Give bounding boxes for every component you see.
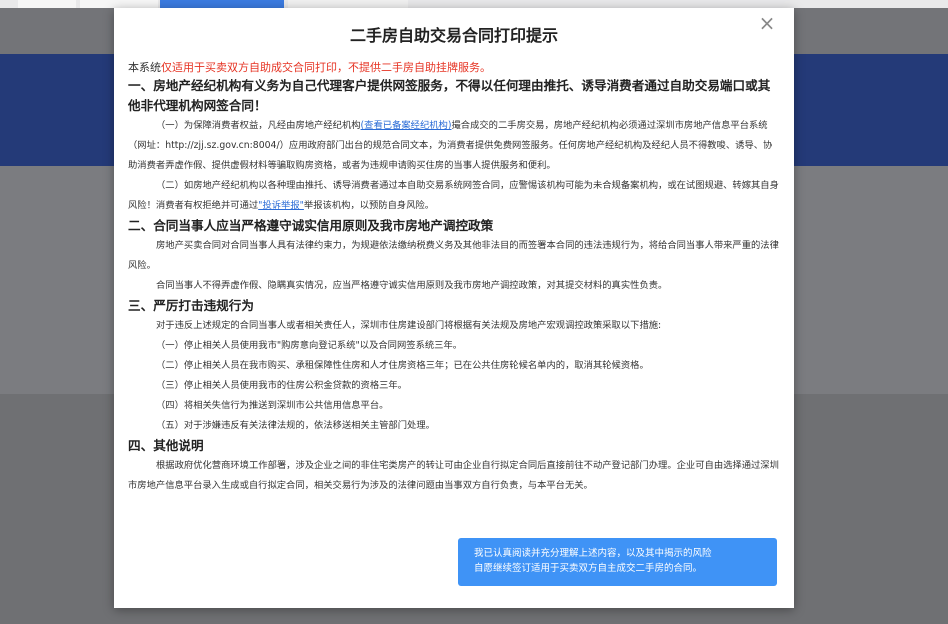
contract-print-notice-dialog: 二手房自助交易合同打印提示 × 本系统仅适用于买卖双方自助成交合同打印，不提供二… (114, 8, 794, 608)
section2-paragraph1: 房地产买卖合同对合同当事人具有法律约束力，为规避依法缴纳税费义务及其他非法目的而… (128, 240, 779, 271)
section1-paragraph1: （一）为保障消费者权益，凡经由房地产经纪机构(查看已备案经纪机构)撮合成交的二手… (128, 116, 780, 176)
intro-prefix: 本系统 (128, 61, 161, 74)
notice-content: 本系统仅适用于买卖双方自助成交合同打印，不提供二手房自助挂牌服务。 一、房地产经… (128, 60, 780, 496)
measure-item-5: （五）对于涉嫌违反有关法律法规的，依法移送相关主管部门处理。 (156, 420, 435, 431)
s1p2-text-a: （二）如房地产经纪机构以各种理由推托、诱导消费者通过本自助交易系统网签合同，应警… (128, 180, 779, 211)
section1-paragraph2: （二）如房地产经纪机构以各种理由推托、诱导消费者通过本自助交易系统网签合同，应警… (128, 176, 780, 216)
complaint-report-link[interactable]: "投诉举报" (258, 200, 304, 211)
s1p2-text-b: 举报该机构，以预防自身风险。 (303, 200, 435, 211)
intro-highlight: 仅适用于买卖双方自助成交合同打印，不提供二手房自助挂牌服务。 (161, 61, 491, 74)
s1p1-text-a: （一）为保障消费者权益，凡经由房地产经纪机构 (156, 120, 361, 131)
tab-2[interactable] (80, 0, 158, 8)
tab-active[interactable] (160, 0, 284, 8)
measure-item-4: （四）将相关失信行为推送到深圳市公共信用信息平台。 (156, 400, 389, 411)
close-icon[interactable]: × (758, 13, 776, 33)
section3-paragraph1: 对于违反上述规定的合同当事人或者相关责任人，深圳市住房建设部门将根据有关法规及房… (156, 320, 662, 331)
section4-heading: 四、其他说明 (128, 438, 204, 453)
agree-continue-button[interactable]: 我已认真阅读并充分理解上述内容，以及其中揭示的风险 自愿继续签订适用于买卖双方自… (458, 538, 777, 586)
agree-line-2: 自愿继续签订适用于买卖双方自主成交二手房的合同。 (474, 563, 703, 574)
section2-heading: 二、合同当事人应当严格遵守诚实信用原则及我市房地产调控政策 (128, 218, 494, 233)
section3-heading: 三、严厉打击违规行为 (128, 298, 254, 313)
section4-paragraph1: 根据政府优化营商环境工作部署，涉及企业之间的非住宅类房产的转让可由企业自行拟定合… (128, 460, 779, 491)
agree-line-1: 我已认真阅读并充分理解上述内容，以及其中揭示的风险 (474, 548, 712, 559)
section2-paragraph2: 合同当事人不得弄虚作假、隐瞒真实情况，应当严格遵守诚实信用原则及我市房地产调控政… (156, 280, 668, 291)
measure-item-3: （三）停止相关人员使用我市的住房公积金贷款的资格三年。 (156, 380, 408, 391)
measure-item-2: （二）停止相关人员在我市购买、承租保障性住房和人才住房资格三年；已在公共住房轮候… (156, 360, 649, 371)
tab-4[interactable] (288, 0, 408, 8)
measure-item-1: （一）停止相关人员使用我市"购房意向登记系统"以及合同网签系统三年。 (156, 340, 463, 351)
dialog-title: 二手房自助交易合同打印提示 (349, 26, 558, 45)
tab-1[interactable] (18, 0, 76, 8)
section1-heading: 一、房地产经纪机构有义务为自己代理客户提供网签服务，不得以任何理由推托、诱导消费… (128, 78, 771, 113)
intro-line: 本系统仅适用于买卖双方自助成交合同打印，不提供二手房自助挂牌服务。 (128, 60, 780, 76)
registered-agencies-link[interactable]: (查看已备案经纪机构) (361, 120, 452, 131)
